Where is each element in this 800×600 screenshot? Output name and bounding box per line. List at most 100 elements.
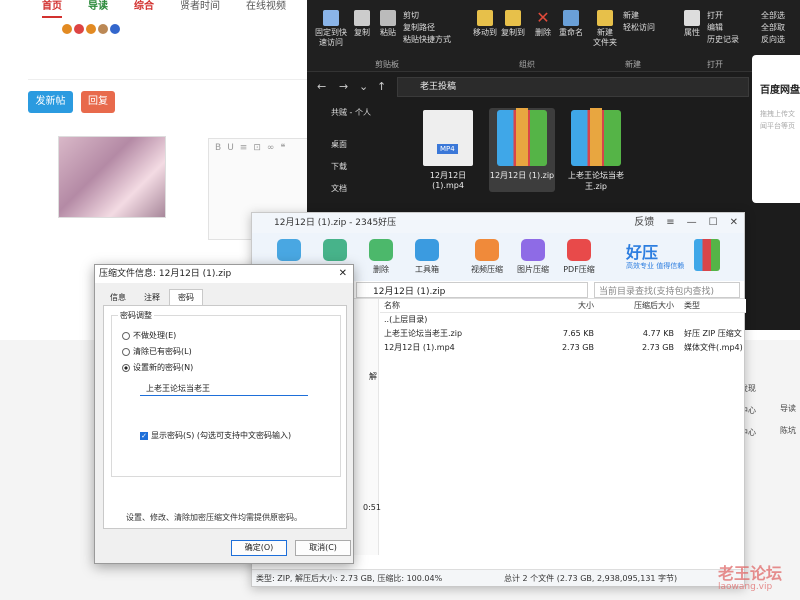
window-controls: 反馈 ≡ — ☐ ✕ (634, 213, 738, 233)
radio-set-password[interactable]: 设置新的密码(N) (122, 362, 193, 373)
select-all-button[interactable]: 全部选 (761, 10, 785, 22)
zip-file-icon (497, 108, 547, 166)
file-grid: MP4 12月12日 (1).mp4 12月12日 (1).zip 上老王论坛当… (415, 108, 629, 192)
tab-info[interactable]: 信息 (101, 289, 135, 306)
history-button[interactable]: 历史记录 (707, 34, 739, 46)
breadcrumb[interactable]: 老王投稿 (420, 82, 456, 92)
close-icon[interactable]: ✕ (730, 213, 738, 233)
address-bar[interactable]: 老王投稿 (397, 77, 749, 97)
radio-no-change[interactable]: 不做处理(E) (122, 330, 176, 341)
table-row[interactable]: ..(上层目录) (380, 313, 746, 327)
paste-button[interactable]: 粘贴 (375, 10, 401, 38)
archive-path-input[interactable]: 12月12日 (1).zip (356, 282, 588, 298)
haozip-titlebar: 12月12日 (1).zip - 2345好压 反馈 ≡ — ☐ ✕ (252, 213, 744, 233)
chevron-down-icon[interactable]: ⌄ (359, 80, 368, 93)
row-size (556, 313, 598, 327)
group-label: 新建 (625, 60, 641, 69)
image-icon[interactable]: ⊡ (253, 143, 261, 153)
edit-button[interactable]: 编辑 (707, 22, 723, 34)
delete-button[interactable]: 删除 (358, 233, 404, 281)
file-item[interactable]: 12月12日 (1).zip (489, 108, 555, 192)
underline-icon[interactable]: U (227, 143, 234, 153)
column-packed[interactable]: 压缩后大小 (598, 299, 680, 312)
new-folder-button[interactable]: 新建 文件夹 (591, 10, 619, 48)
group-label: 密码调整 (118, 310, 154, 321)
tree-item-onedrive[interactable]: 共贼 - 个人 (307, 102, 405, 124)
paste-shortcut-button[interactable]: 粘贴快捷方式 (403, 34, 451, 46)
tab-comment[interactable]: 注释 (135, 289, 169, 306)
row-name: 12月12日 (1).mp4 (384, 343, 455, 352)
toolbox-button[interactable]: 工具箱 (404, 233, 450, 281)
checkbox-checked-icon: ✓ (140, 431, 148, 440)
tree-item-downloads[interactable]: 下载 (307, 156, 405, 178)
forward-arrow-icon[interactable]: → (339, 80, 348, 93)
column-type[interactable]: 类型 (680, 299, 746, 312)
file-item[interactable]: 上老王论坛当老 王.zip (563, 108, 629, 192)
tree-item-documents[interactable]: 文档 (307, 178, 405, 200)
table-row[interactable]: 上老王论坛当老王.zip 7.65 KB 4.77 KB 好压 ZIP 压缩文 (380, 327, 746, 341)
tree-item-desktop[interactable]: 桌面 (307, 134, 405, 156)
delete-button[interactable]: ✕ 删除 (531, 10, 555, 38)
status-right: 总计 2 个文件 (2.73 GB, 2,938,095,131 字节) (504, 574, 678, 583)
feedback-link[interactable]: 反馈 (634, 213, 654, 233)
divider (28, 44, 328, 80)
open-button[interactable]: 打开 (707, 10, 723, 22)
archive-info-dialog: 压缩文件信息: 12月12日 (1).zip ✕ 信息 注释 密码 密码调整 不… (94, 264, 354, 564)
easy-access-button[interactable]: 轻松访问 (623, 22, 655, 34)
column-size[interactable]: 大小 (556, 299, 598, 312)
show-password-checkbox[interactable]: ✓ 显示密码(S) (勾选可支持中文密码输入) (140, 430, 291, 441)
bold-icon[interactable]: B (215, 143, 221, 153)
new-post-button[interactable]: 发新帖 (28, 91, 73, 113)
tab-password[interactable]: 密码 (169, 289, 203, 306)
partial-text: 解 (369, 372, 377, 381)
file-item[interactable]: MP4 12月12日 (1).mp4 (415, 108, 481, 192)
video-compress-button[interactable]: 视频压缩 (464, 233, 510, 281)
menu-icon[interactable]: ≡ (666, 213, 674, 233)
radio-clear-password[interactable]: 清除已有密码(L) (122, 346, 192, 357)
cut-button[interactable]: 剪切 (403, 10, 419, 22)
link-icon[interactable]: ∞ (267, 143, 275, 153)
paste-icon (380, 10, 396, 26)
password-input[interactable]: 上老王论坛当老王 (140, 382, 308, 396)
nav-time[interactable]: 贤者时间 (180, 0, 220, 18)
up-arrow-icon[interactable]: ↑ (377, 80, 386, 93)
nav-guide[interactable]: 导读 (88, 0, 108, 18)
image-compress-button[interactable]: 图片压缩 (510, 233, 556, 281)
row-size: 7.65 KB (562, 329, 594, 338)
close-icon[interactable]: ✕ (339, 265, 347, 283)
reply-button[interactable]: 回复 (81, 91, 115, 113)
group-label: 打开 (707, 60, 723, 69)
row-packed: 4.77 KB (642, 329, 674, 338)
pdf-compress-button[interactable]: PDF压缩 (556, 233, 602, 281)
status-left: 类型: ZIP, 解压后大小: 2.73 GB, 压缩比: 100.04% (256, 574, 443, 583)
cancel-button[interactable]: 取消(C) (295, 540, 351, 556)
rename-button[interactable]: 重命名 (557, 10, 585, 38)
minimize-icon[interactable]: — (687, 213, 697, 233)
invert-selection-button[interactable]: 反向选 (761, 34, 785, 46)
footer-link[interactable]: 导读 (780, 398, 796, 420)
new-item-button[interactable]: 新建 (623, 10, 639, 22)
status-bar: 类型: ZIP, 解压后大小: 2.73 GB, 压缩比: 100.04% 总计… (252, 569, 744, 586)
back-arrow-icon[interactable]: ← (317, 80, 326, 93)
copy-button[interactable]: 复制 (349, 10, 375, 38)
table-row[interactable]: 12月12日 (1).mp4 2.73 GB 2.73 GB 媒体文件(.mp4… (380, 341, 746, 355)
copy-to-button[interactable]: 复制到 (499, 10, 527, 38)
ok-button[interactable]: 确定(O) (231, 540, 287, 556)
maximize-icon[interactable]: ☐ (709, 213, 718, 233)
pin-quick-access-button[interactable]: 固定到快 速访问 (311, 10, 351, 48)
search-input[interactable]: 当前目录查找(支持包内查找) (594, 282, 740, 298)
copy-path-button[interactable]: 复制路径 (403, 22, 435, 34)
align-icon[interactable]: ≡ (240, 143, 248, 153)
move-to-button[interactable]: 移动到 (471, 10, 499, 38)
add-icon (277, 239, 301, 261)
column-name[interactable]: 名称 (380, 299, 556, 312)
properties-button[interactable]: 属性 (681, 10, 703, 38)
quote-icon[interactable]: ❝ (280, 143, 285, 153)
footer-link[interactable]: 陈坑 (780, 420, 796, 442)
partial-text: 0:51 (363, 503, 381, 512)
row-size: 2.73 GB (561, 343, 594, 352)
nav-general[interactable]: 综合 (134, 0, 154, 18)
nav-video[interactable]: 在线视频 (246, 0, 286, 18)
nav-home[interactable]: 首页 (42, 0, 62, 18)
select-none-button[interactable]: 全部取 (761, 22, 785, 34)
